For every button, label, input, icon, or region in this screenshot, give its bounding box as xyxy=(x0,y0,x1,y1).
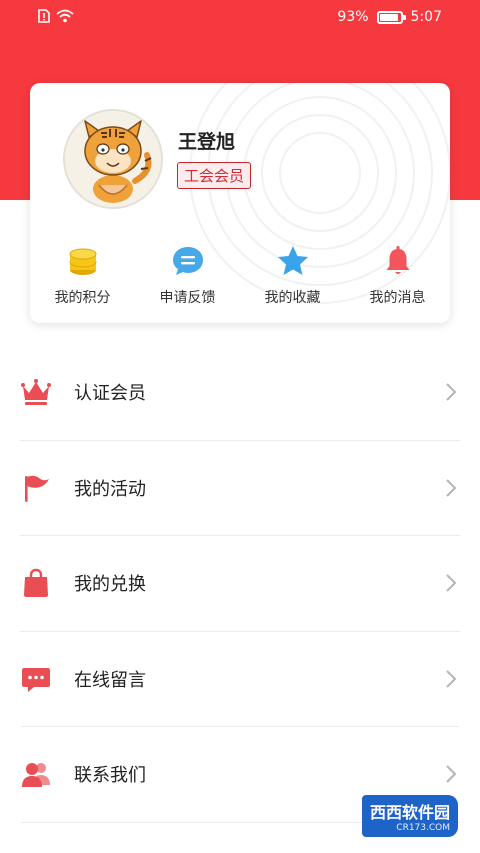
quick-actions: 我的积分 申请反馈 我的收藏 我的消息 xyxy=(30,243,450,313)
status-bar: 93% 5:07 xyxy=(0,0,480,36)
wifi-icon xyxy=(56,9,74,23)
quick-action-points[interactable]: 我的积分 xyxy=(30,243,135,313)
message-icon xyxy=(22,667,50,692)
battery-percent: 93% xyxy=(337,9,369,25)
user-name: 王登旭 xyxy=(178,131,236,153)
chevron-right-icon xyxy=(446,479,457,497)
tiger-avatar-icon xyxy=(65,111,161,207)
chevron-right-icon xyxy=(446,574,457,592)
crown-icon xyxy=(21,379,51,406)
chat-bubble-icon xyxy=(172,247,203,275)
sim-alert-icon xyxy=(38,9,50,23)
avatar[interactable] xyxy=(63,109,163,209)
quick-action-favorites[interactable]: 我的收藏 xyxy=(240,243,345,313)
profile-card: 王登旭 工会会员 我的积分 申请反馈 我的收藏 我的消息 xyxy=(30,83,450,323)
menu-item-online-message[interactable]: 在线留言 xyxy=(20,632,460,727)
watermark: 西西软件园 CR173.COM xyxy=(361,795,458,837)
contacts-icon xyxy=(22,763,50,788)
bell-icon xyxy=(386,246,409,274)
quick-action-messages[interactable]: 我的消息 xyxy=(345,243,450,313)
chevron-right-icon xyxy=(446,670,457,688)
chevron-right-icon xyxy=(446,765,457,783)
member-badge: 工会会员 xyxy=(177,162,252,189)
chevron-right-icon xyxy=(446,383,457,401)
shopping-bag-icon xyxy=(24,569,48,598)
star-icon xyxy=(277,246,308,275)
menu-list: 认证会员 我的活动 我的兑换 在线留言 联系我们 xyxy=(20,345,460,823)
menu-item-certify-member[interactable]: 认证会员 xyxy=(20,345,460,441)
quick-action-feedback[interactable]: 申请反馈 xyxy=(135,243,240,313)
menu-item-my-activities[interactable]: 我的活动 xyxy=(20,441,460,536)
flag-icon xyxy=(25,475,49,502)
menu-item-my-exchanges[interactable]: 我的兑换 xyxy=(20,536,460,632)
clock: 5:07 xyxy=(410,9,442,25)
watermark-logo: 西西软件园 CR173.COM xyxy=(361,795,458,837)
battery-icon xyxy=(376,10,406,24)
coin-stack-icon xyxy=(69,248,96,275)
